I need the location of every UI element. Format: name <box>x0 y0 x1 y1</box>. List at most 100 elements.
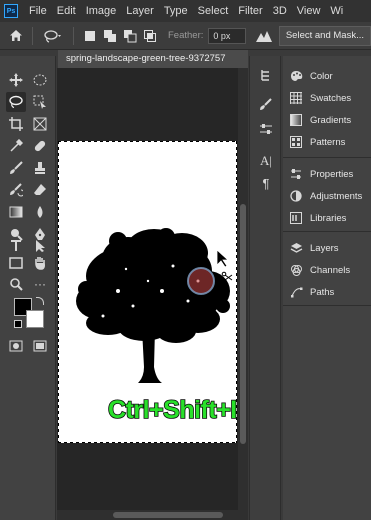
panel-libraries[interactable]: Libraries <box>289 210 346 226</box>
hand-tool[interactable] <box>30 253 50 273</box>
adjustments-strip-button[interactable] <box>257 120 275 138</box>
panel-label: Patterns <box>310 136 346 148</box>
drop-icon <box>37 206 43 218</box>
elliptical-marquee-icon <box>33 74 47 86</box>
adjustments-icon <box>289 189 303 203</box>
healing-brush-tool[interactable] <box>30 136 50 156</box>
menu-image[interactable]: Image <box>81 5 122 17</box>
menu-layer[interactable]: Layer <box>121 5 159 17</box>
channels-icon <box>289 263 303 277</box>
swap-colors-icon[interactable] <box>36 297 44 305</box>
menu-edit[interactable]: Edit <box>52 5 81 17</box>
panel-label: Channels <box>310 264 351 276</box>
more-tools-button[interactable]: ··· <box>30 274 50 294</box>
horizontal-scrollbar[interactable] <box>57 510 238 520</box>
frame-tool[interactable] <box>30 114 50 134</box>
anti-alias-toggle[interactable] <box>254 29 274 43</box>
lasso-tool[interactable] <box>6 92 26 112</box>
layers-icon <box>289 241 303 255</box>
brush-settings-button[interactable] <box>257 96 275 114</box>
panel-gradients[interactable]: Gradients <box>289 112 351 128</box>
tools-panel: ··· <box>0 56 56 520</box>
bandage-icon <box>34 140 46 152</box>
brush-tool[interactable] <box>6 158 26 178</box>
type-tool-glyph[interactable] <box>6 232 26 252</box>
menu-select[interactable]: Select <box>193 5 234 17</box>
panel-label: Gradients <box>310 114 352 126</box>
intersect-selection-icon <box>144 29 156 42</box>
lasso-icon <box>9 95 23 109</box>
panel-layers[interactable]: Layers <box>289 240 339 256</box>
character-icon: A| <box>260 153 272 168</box>
paragraph-panel-button[interactable]: ¶ <box>257 174 275 192</box>
feather-input[interactable] <box>208 27 247 44</box>
panel-properties[interactable]: Properties <box>289 166 353 182</box>
panel-label: Swatches <box>310 92 352 104</box>
paths-icon <box>289 285 303 299</box>
gradient-icon <box>9 206 23 218</box>
keyboard-shortcut-overlay: Ctrl+Shift+I <box>107 395 238 425</box>
document-tab[interactable]: spring-landscape-green-tree-9372757 <box>58 50 248 68</box>
type-icon <box>11 240 21 251</box>
screen-mode-button[interactable] <box>30 336 50 356</box>
panel-patterns[interactable]: Patterns <box>289 134 345 150</box>
object-selection-icon <box>33 95 46 109</box>
rectangle-tool[interactable] <box>6 253 26 273</box>
background-color-swatch[interactable] <box>26 310 44 328</box>
cursor-arrow-icon <box>216 249 230 268</box>
menu-type[interactable]: Type <box>159 5 193 17</box>
history-icon <box>261 70 269 81</box>
lasso-icon <box>44 29 61 43</box>
move-tool[interactable] <box>6 70 26 90</box>
menu-3d[interactable]: 3D <box>268 5 292 17</box>
intersect-selection-button[interactable] <box>143 29 157 43</box>
history-brush-tool[interactable] <box>6 180 26 200</box>
zoom-tool[interactable] <box>6 274 26 294</box>
eraser-icon <box>34 184 46 195</box>
new-selection-icon <box>85 30 95 41</box>
object-selection-tool[interactable] <box>30 92 50 112</box>
menu-view[interactable]: View <box>292 5 326 17</box>
panel-label: Libraries <box>310 212 347 224</box>
eraser-tool[interactable] <box>30 180 50 200</box>
default-colors-icon[interactable] <box>14 320 22 328</box>
marquee-tool[interactable] <box>30 70 50 90</box>
brush-settings-icon <box>260 98 272 110</box>
gradient-tool[interactable] <box>6 202 26 222</box>
panel-swatches[interactable]: Swatches <box>289 90 351 106</box>
menu-file[interactable]: File <box>24 5 52 17</box>
character-panel-button[interactable]: A| <box>257 152 275 170</box>
menu-window[interactable]: Wi <box>325 5 348 17</box>
eyedropper-tool[interactable] <box>6 136 26 156</box>
options-bar: Feather: Select and Mask... <box>0 22 371 50</box>
panel-group-properties: Properties Adjustments Libraries <box>283 160 371 232</box>
menu-filter[interactable]: Filter <box>233 5 267 17</box>
panel-channels[interactable]: Channels <box>289 262 350 278</box>
properties-icon <box>289 167 303 181</box>
lasso-preset-picker[interactable] <box>42 29 64 43</box>
crop-icon <box>9 117 23 131</box>
add-to-selection-button[interactable] <box>103 29 117 43</box>
vertical-scroll-thumb[interactable] <box>240 204 246 444</box>
select-and-mask-button[interactable]: Select and Mask... <box>278 26 371 46</box>
anti-alias-icon <box>256 30 273 42</box>
libraries-icon <box>289 211 303 225</box>
new-selection-button[interactable] <box>83 29 97 43</box>
panel-color[interactable]: Color <box>289 68 333 84</box>
photoshop-logo[interactable]: Ps <box>4 4 18 18</box>
crop-tool[interactable] <box>6 114 26 134</box>
blur-tool[interactable] <box>30 202 50 222</box>
home-button[interactable] <box>6 26 26 46</box>
clone-stamp-tool[interactable] <box>30 158 50 178</box>
hand-icon <box>35 257 45 270</box>
move-icon <box>9 73 23 87</box>
canvas-area[interactable] <box>57 68 238 520</box>
history-brush-icon <box>10 183 23 197</box>
vertical-scrollbar[interactable] <box>238 68 248 520</box>
panel-adjustments[interactable]: Adjustments <box>289 188 362 204</box>
quick-mask-button[interactable] <box>6 336 26 356</box>
history-panel-button[interactable] <box>257 66 275 84</box>
panel-paths[interactable]: Paths <box>289 284 334 300</box>
subtract-from-selection-button[interactable] <box>123 29 137 43</box>
horizontal-scroll-thumb[interactable] <box>113 512 223 518</box>
